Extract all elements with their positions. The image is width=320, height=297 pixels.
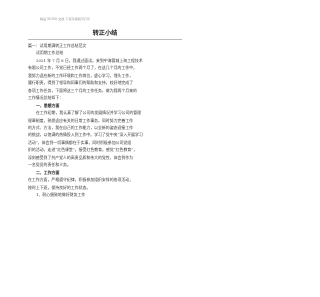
text-line: 1、耐心细致地做好财务工作 <box>36 192 86 198</box>
text-line: 深刻感受到了共产党人的高贵品质和伟大的党性，体会到作为 <box>28 154 134 160</box>
text-line: 活动”，体会到一切事情都在于实事，同时积极参加公司党组 <box>28 139 132 145</box>
page-title: 转正小结 <box>92 30 118 37</box>
text-line: 2021 年 7 月 8 日，我通过面试，来到中海蓉城上海工程技术 <box>36 57 143 63</box>
text-line: 二、工作方面 <box>36 169 60 175</box>
document-page: 精品 WORD 文档 下载可编辑可打印 转正小结 篇一：试用期满转正工作总结范文… <box>0 0 210 297</box>
text-line: 按时上下班，保持良好的工作状态。 <box>28 184 91 190</box>
title-divider <box>28 38 182 40</box>
text-line: 在工作方面，严格遵守纪律，积极参加组织安排的各项活动， <box>28 177 134 183</box>
text-line: 履行职责，得到了领导和同事们的帮助和支持，较好地完成了 <box>28 80 134 86</box>
text-line: 规章制度，熟悉适应有关的日常工作事务，同时努力完善工作 <box>28 117 134 123</box>
text-line: 有限公司工作，不觉已经工作两个月了，在这几个月的工作中， <box>28 65 137 71</box>
text-line: 工作情况总结如下： <box>28 95 64 101</box>
text-line: 一、思想方面 <box>36 102 60 108</box>
body-text: 篇一：试用期满转正工作总结范文试用期工作总结 2021 年 7 月 8 日，我通过… <box>28 42 182 199</box>
text-line: 篇一：试用期满转正工作总结范文 <box>28 43 87 48</box>
text-line: 各项工作任务，下面将这三个月的工作任务，做为我两个月来的 <box>28 87 137 93</box>
text-line: 一名党员的责任和义务。 <box>28 162 71 168</box>
text-line: 试用期工作总结 <box>36 50 64 56</box>
text-line: 的方式、方法，我在自己的工作能力，以全新的姿态迎接工作 <box>28 124 134 130</box>
text-line: 在工作初期，我认真了解了公司的发展情况并学习公司的管理 <box>36 110 142 116</box>
header-note: 精品 WORD 文档 下载可编辑可打印 <box>40 17 91 21</box>
text-line: 织的活动，走进“红色课堂”，接受红色教育，感觉“红色教育”， <box>28 147 138 153</box>
text-line: 我努力适应新的工作环境和工作岗位，虚心学习，埋头工作， <box>28 72 134 78</box>
text-line: 的挑战，以饱满的热情投入到工作中。学习了党中央“深入开展学习 <box>28 132 143 138</box>
